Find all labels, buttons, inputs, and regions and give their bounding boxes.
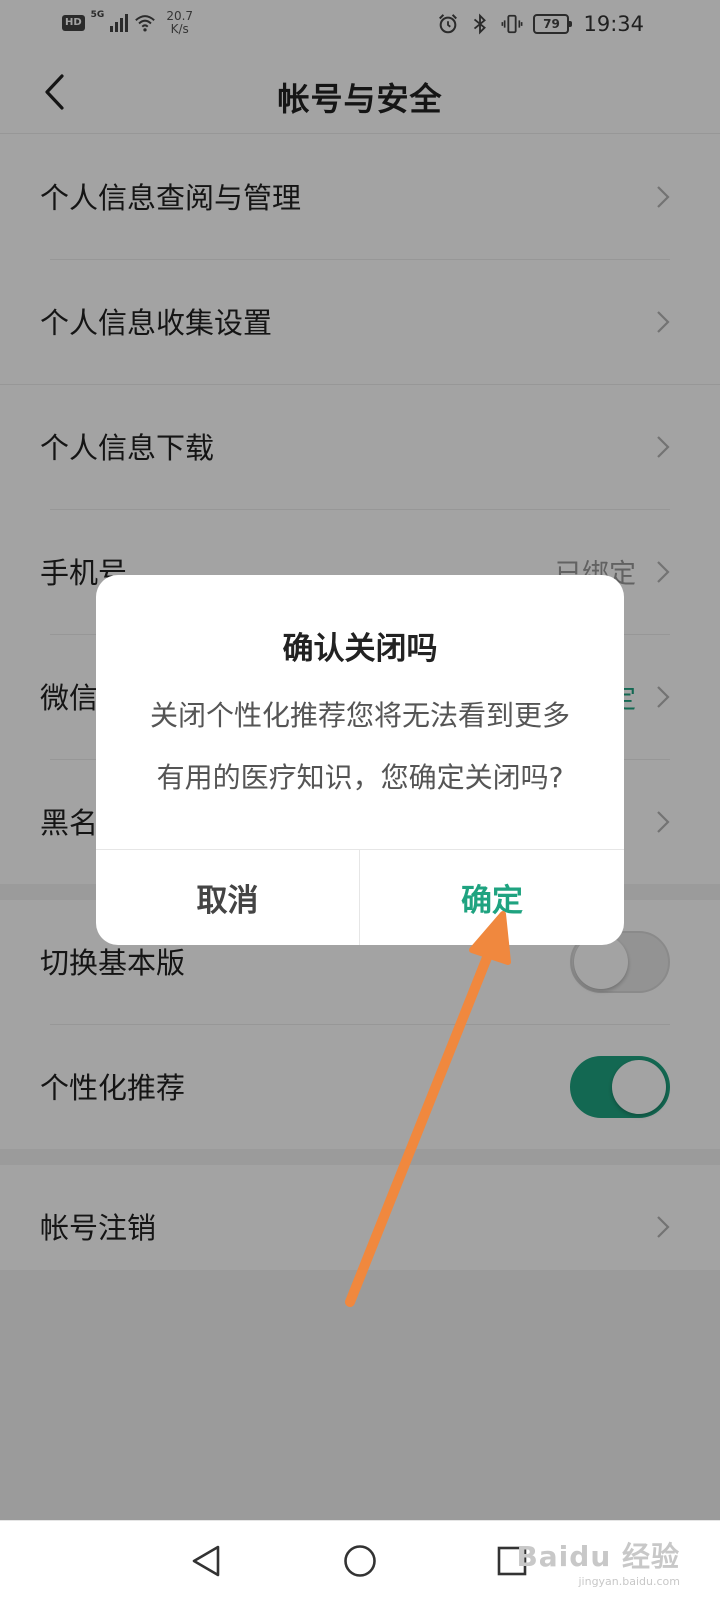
watermark-brand: Baidu 经验 bbox=[516, 1540, 680, 1573]
dialog-title: 确认关闭吗 bbox=[282, 631, 438, 667]
dialog-message: 关闭个性化推荐您将无法看到更多有用的医疗知识，您确定关闭吗? bbox=[149, 699, 570, 794]
system-nav-bar: Baidu 经验 jingyan.baidu.com bbox=[0, 1520, 720, 1600]
nav-home-button[interactable] bbox=[340, 1541, 380, 1581]
nav-back-icon bbox=[192, 1545, 220, 1577]
confirm-dialog: 确认关闭吗 关闭个性化推荐您将无法看到更多有用的医疗知识，您确定关闭吗? 取消 … bbox=[96, 575, 624, 945]
confirm-button[interactable]: 确定 bbox=[360, 850, 624, 945]
baidu-watermark: Baidu 经验 jingyan.baidu.com bbox=[516, 1535, 680, 1588]
nav-home-icon bbox=[344, 1545, 376, 1577]
watermark-url: jingyan.baidu.com bbox=[578, 1575, 680, 1588]
cancel-button[interactable]: 取消 bbox=[96, 850, 360, 945]
nav-back-button[interactable] bbox=[186, 1541, 226, 1581]
